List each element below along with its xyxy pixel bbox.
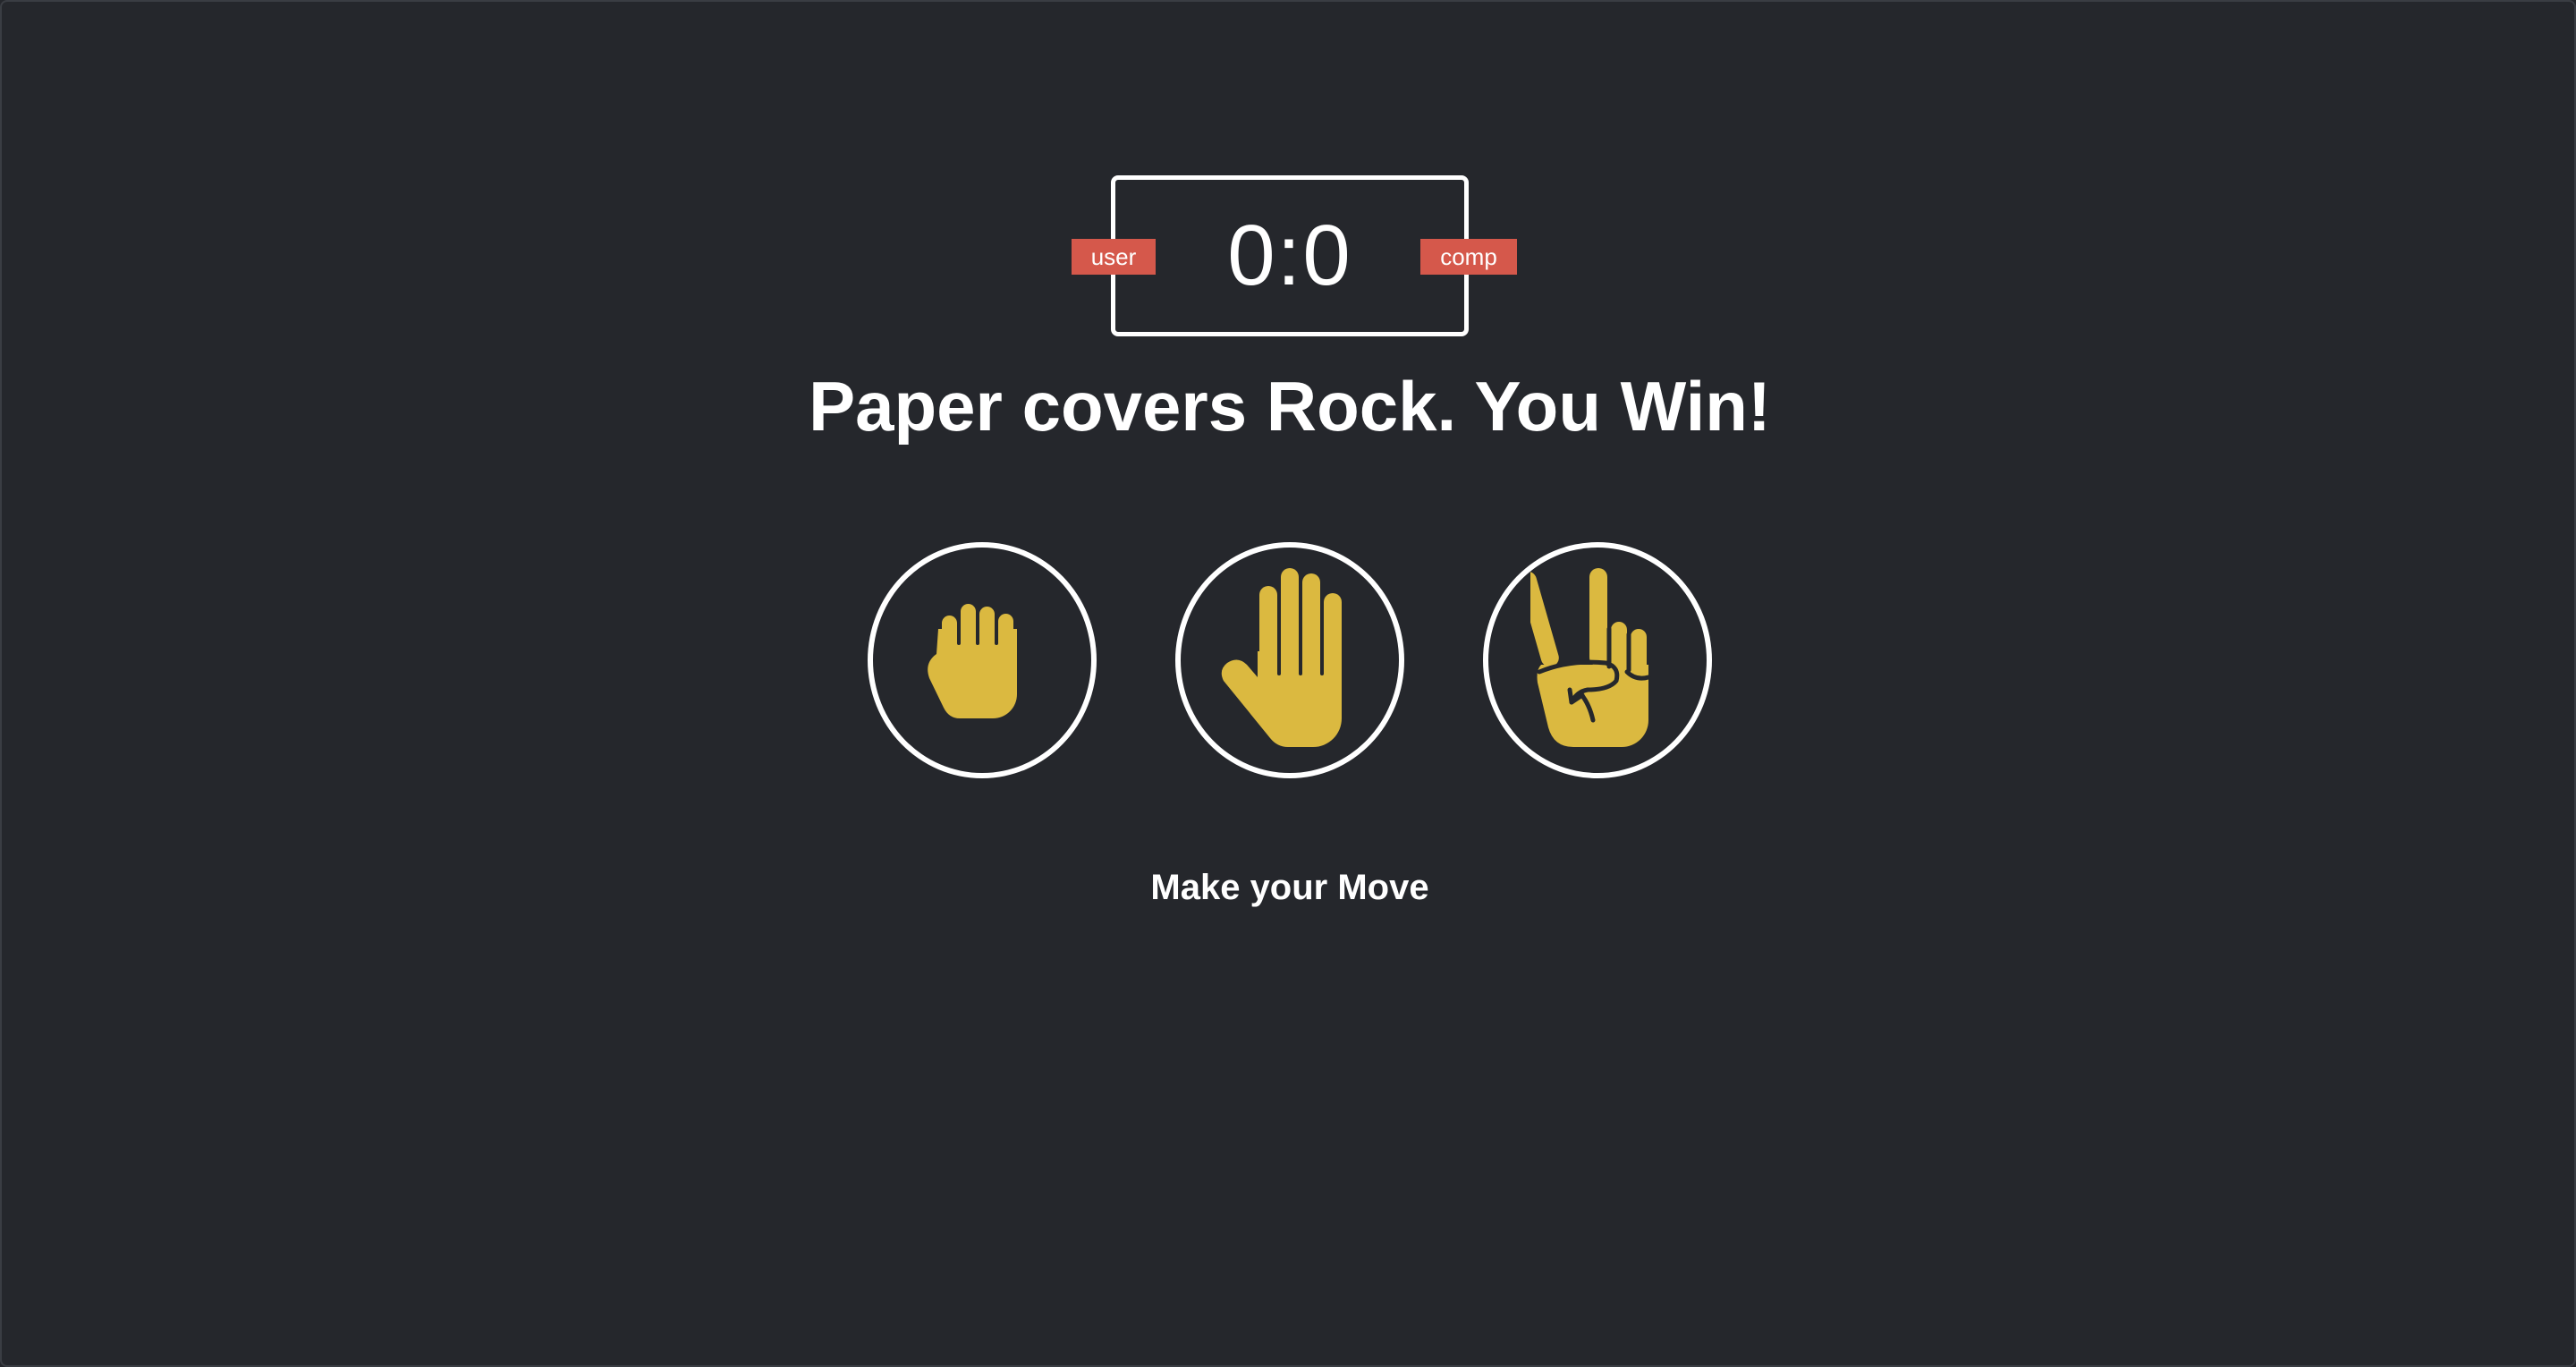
scoreboard: user 0:0 comp (1072, 175, 1517, 336)
peace-hand-icon (1530, 568, 1651, 747)
open-hand-icon (1221, 568, 1342, 747)
game-page: user 0:0 comp Paper covers Rock. You Win… (0, 0, 2576, 1367)
result-message: Paper covers Rock. You Win! (809, 367, 1771, 446)
scissors-button[interactable] (1483, 542, 1712, 778)
rock-button[interactable] (868, 542, 1097, 778)
user-label: user (1072, 239, 1156, 275)
paper-button[interactable] (1175, 542, 1404, 778)
make-move-prompt: Make your Move (1150, 868, 1429, 907)
score-display: 0:0 (1227, 208, 1352, 303)
comp-label: comp (1420, 239, 1517, 275)
fist-icon (928, 604, 1017, 718)
